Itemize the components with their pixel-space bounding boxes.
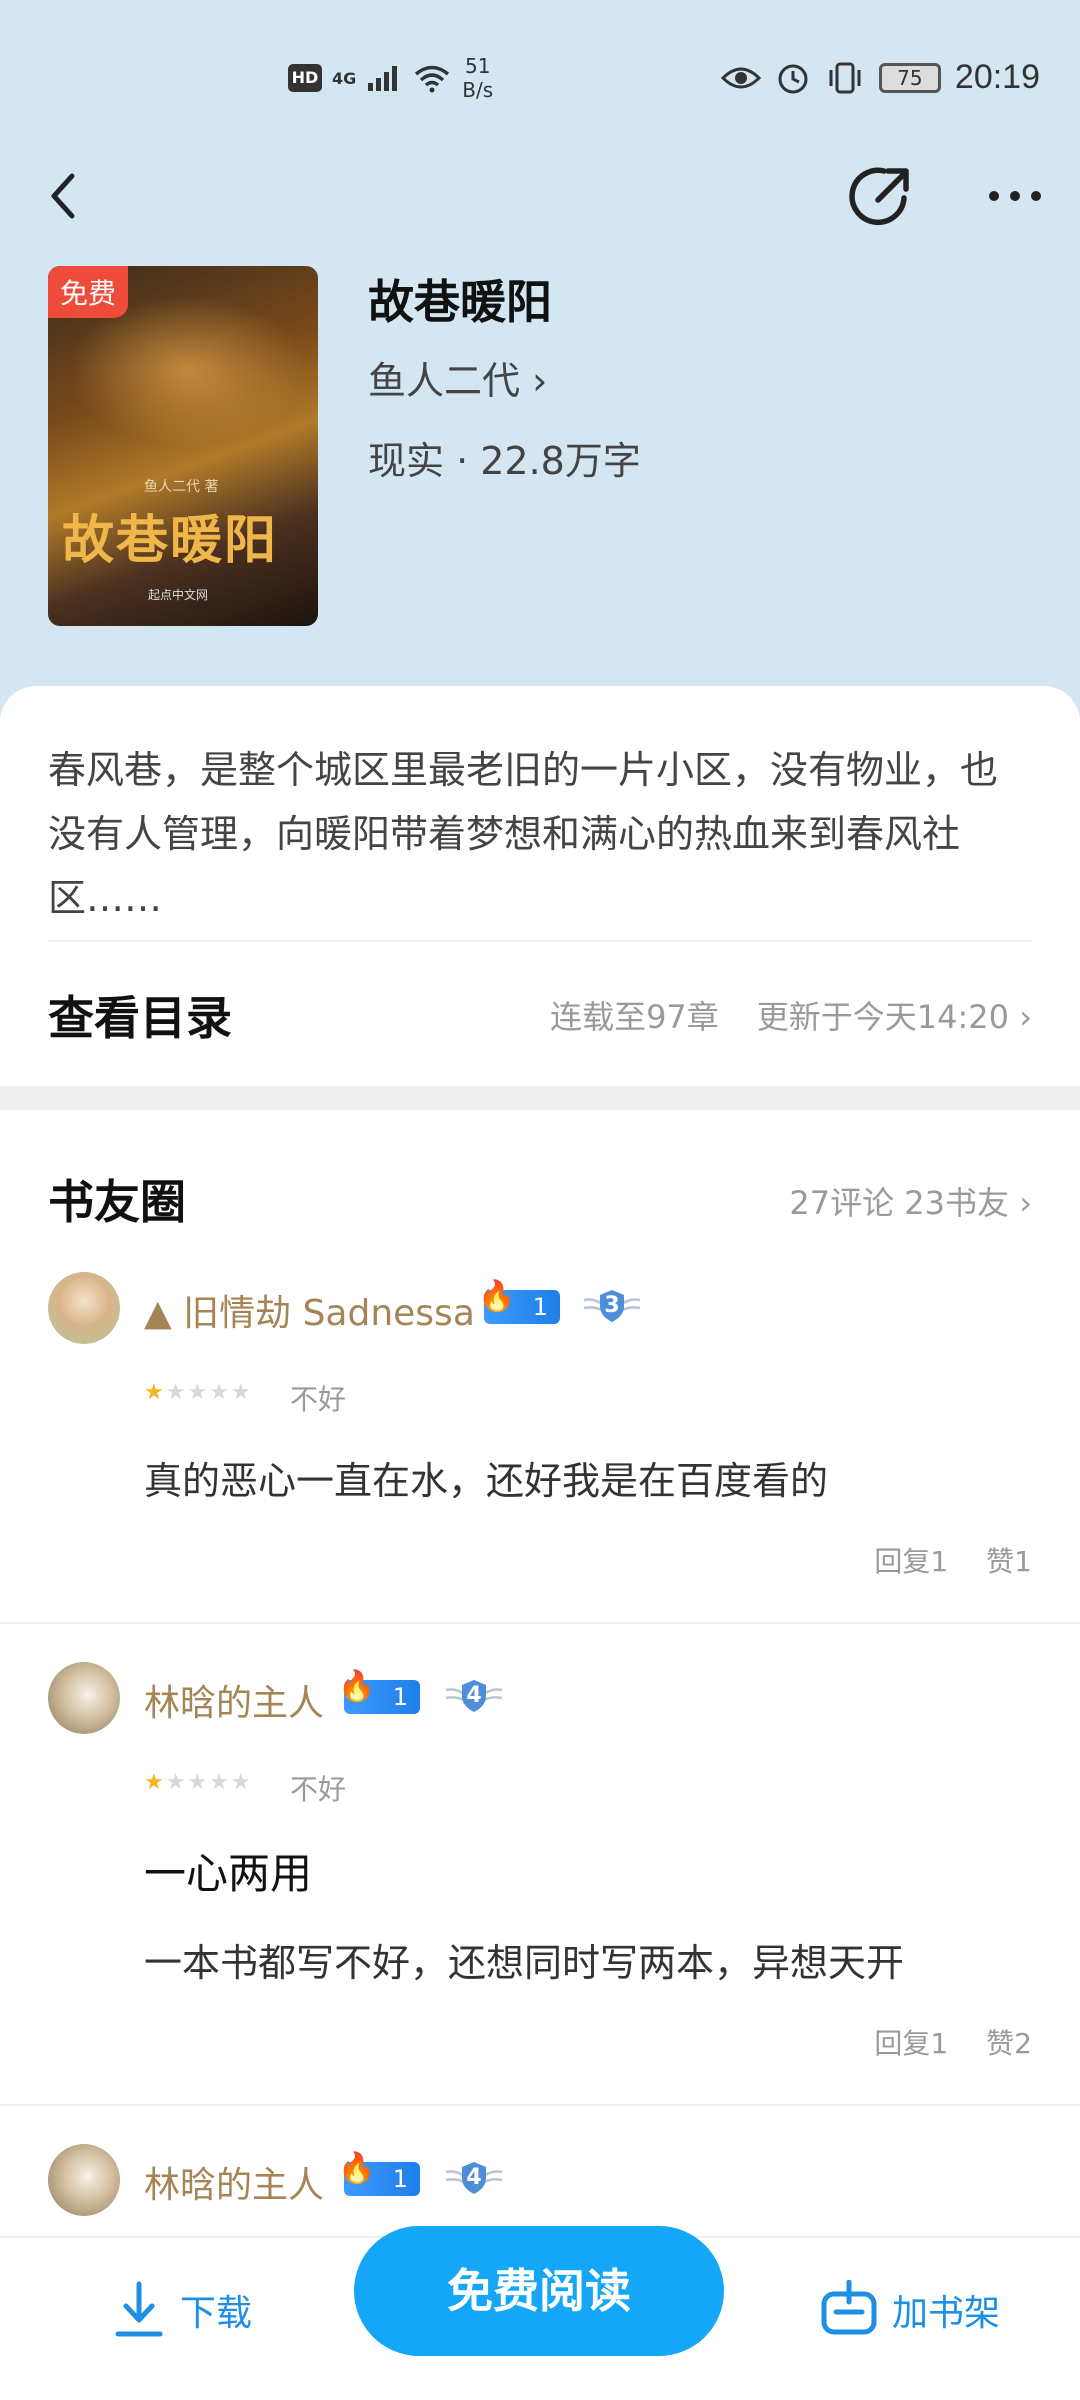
like-button[interactable]: 赞2 — [986, 2022, 1032, 2062]
speed-value: 51 — [464, 54, 491, 78]
alarm-icon — [778, 64, 808, 93]
cover-publisher-logo: 起点中文网 — [148, 588, 209, 602]
fan-level-badge: 🔥 1 — [338, 1670, 420, 1714]
bookshelf-icon — [821, 2280, 877, 2335]
medal-level: 4 — [466, 1683, 482, 1708]
add-to-shelf-button[interactable]: 加书架 — [818, 2270, 1000, 2350]
avatar[interactable] — [48, 1662, 120, 1734]
more-button[interactable] — [980, 160, 1050, 230]
fan-level: 1 — [392, 2165, 408, 2193]
catalog-link[interactable]: 查看目录 — [48, 982, 232, 1048]
book-author-link[interactable]: 鱼人二代 › — [368, 350, 547, 405]
battery-icon: 75 — [878, 62, 941, 93]
username[interactable]: 林晗的主人 — [144, 2156, 324, 2208]
avatar[interactable] — [48, 1272, 120, 1344]
like-button[interactable]: 赞1 — [986, 1540, 1032, 1580]
fan-level-badge: 🔥 1 — [338, 2152, 420, 2196]
comment-text: 真的恶心一直在水，还好我是在百度看的 — [144, 1459, 829, 1503]
back-button[interactable] — [40, 160, 90, 230]
flame-icon: 🔥 — [338, 1669, 376, 1704]
comment-text: 一本书都写不好，还想同时写两本，异想天开 — [144, 1941, 905, 1985]
reply-button[interactable]: 回复1 — [874, 1540, 948, 1580]
rating-label: 不好 — [290, 1383, 347, 1416]
username[interactable]: ▲ 旧情劫 Sadnessa — [144, 1284, 475, 1336]
cover-author: 鱼人二代 著 — [144, 479, 219, 495]
clock: 20:19 — [954, 58, 1040, 96]
book-circle-stats[interactable]: 27评论 23书友 › — [789, 1178, 1032, 1224]
download-button[interactable]: 下载 — [112, 2270, 252, 2350]
status-bar: HD 4G 51 B/s 75 20:19 — [0, 40, 1080, 120]
rating-label: 不好 — [290, 1773, 347, 1806]
fan-level: 1 — [392, 1683, 408, 1711]
vibrate-icon — [829, 62, 861, 93]
medal-badge: 3 — [582, 1286, 642, 1326]
flame-icon: 🔥 — [338, 2151, 376, 2186]
speed-unit: B/s — [462, 78, 494, 102]
add-to-shelf-label: 加书架 — [892, 2293, 1001, 2334]
share-button[interactable] — [848, 160, 918, 230]
book-cover[interactable]: 鱼人二代 著 故巷暖阳 起点中文网 免费 — [48, 266, 318, 626]
chapter-count: 连载至97章 — [550, 998, 719, 1036]
free-badge: 免费 — [48, 266, 129, 318]
book-circle-title: 书友圈 — [48, 1175, 186, 1229]
download-label: 下载 — [180, 2293, 253, 2334]
download-icon — [115, 2281, 163, 2337]
book-title: 故巷暖阳 — [368, 275, 552, 329]
divider — [48, 940, 1032, 942]
medal-level: 3 — [604, 1293, 620, 1318]
flame-icon: 🔥 — [478, 1279, 516, 1314]
network-speed: 51 B/s — [462, 54, 493, 102]
rating-stars: ★★★★★ — [144, 1770, 253, 1795]
book-description[interactable]: 春风巷，是整个城区里最老旧的一片小区，没有物业，也没有人管理，向暖阳带着梦想和满… — [48, 738, 1032, 930]
divider — [0, 1622, 1080, 1624]
fan-level: 1 — [532, 1293, 548, 1321]
section-separator — [0, 1086, 1080, 1110]
medal-badge: 4 — [444, 2158, 504, 2198]
free-read-button[interactable]: 免费阅读 — [354, 2226, 724, 2356]
username[interactable]: 林晗的主人 — [144, 1674, 324, 1726]
cover-title: 故巷暖阳 — [62, 510, 279, 571]
hd-icon: HD — [288, 64, 322, 92]
eye-icon — [720, 67, 761, 88]
network-type: 4G — [332, 68, 357, 88]
signal-icon — [368, 66, 398, 91]
comment-title: 一心两用 — [144, 1849, 313, 1898]
rating-stars: ★★★★★ — [144, 1380, 253, 1405]
medal-badge: 4 — [444, 1676, 504, 1716]
wifi-icon — [415, 65, 450, 93]
medal-level: 4 — [466, 2165, 482, 2190]
divider — [0, 2104, 1080, 2106]
book-meta: 现实 · 22.8万字 — [368, 439, 641, 483]
reply-button[interactable]: 回复1 — [874, 2022, 948, 2062]
cover-glow — [68, 296, 308, 446]
fan-level-badge: 🔥 1 — [478, 1280, 560, 1324]
catalog-info[interactable]: 连载至97章 更新于今天14:20 › — [550, 992, 1032, 1038]
update-time: 更新于今天14:20 › — [756, 998, 1032, 1036]
avatar[interactable] — [48, 2144, 120, 2216]
